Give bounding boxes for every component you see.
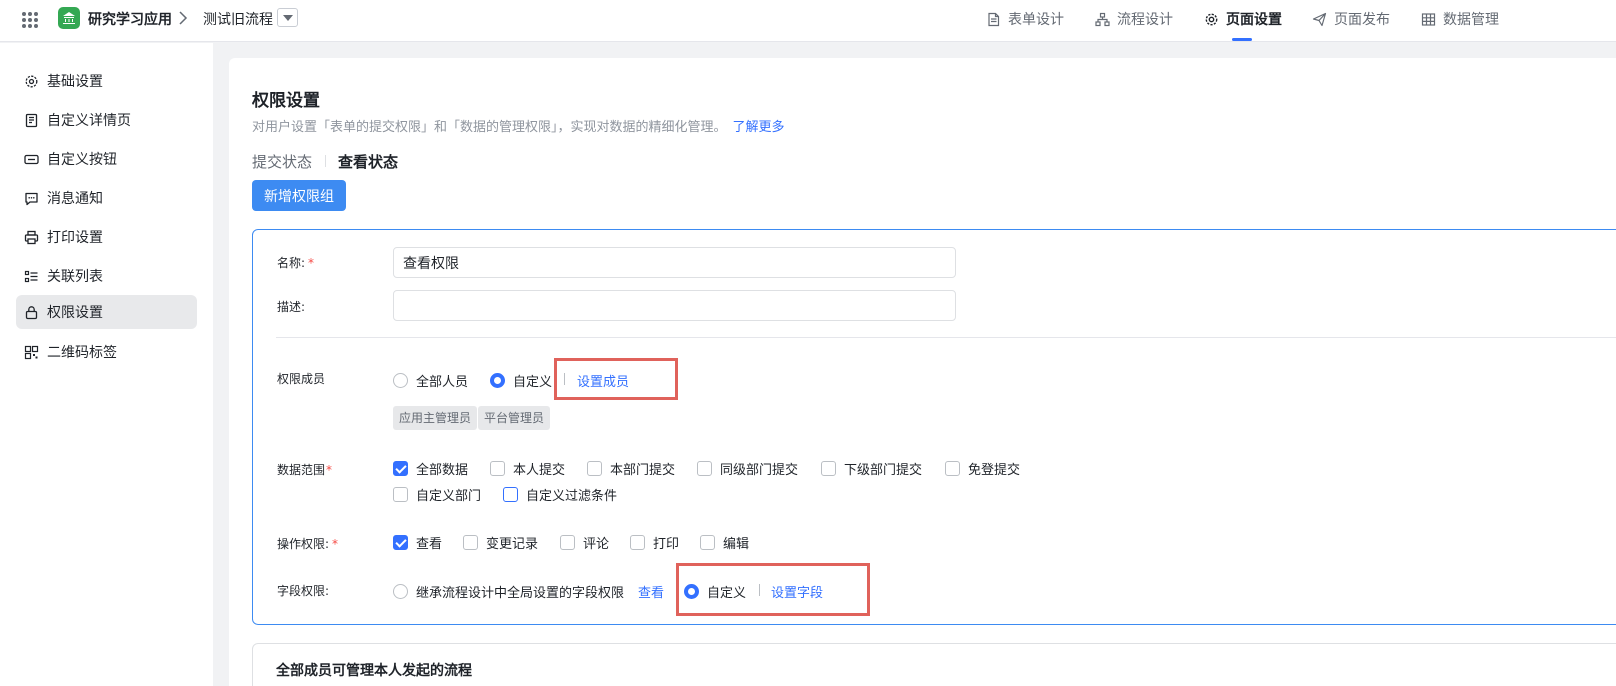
checkbox-box: [393, 461, 408, 476]
nav-page-settings[interactable]: 页面设置: [1204, 9, 1282, 29]
checkbox-box: [630, 535, 645, 550]
checkbox-box: [393, 535, 408, 550]
op-view-checkbox[interactable]: 查看: [393, 533, 442, 552]
button-icon: [24, 154, 39, 164]
op-edit-checkbox[interactable]: 编辑: [700, 533, 749, 552]
member-tag: 平台管理员: [478, 406, 551, 430]
gear-icon: [25, 75, 38, 87]
active-nav-indicator: [1232, 38, 1252, 41]
lock-icon: [25, 305, 38, 319]
radio-circle: [393, 584, 408, 599]
tab-divider: [325, 155, 326, 167]
name-input[interactable]: [393, 247, 956, 278]
members-all-radio[interactable]: 全部人员: [393, 371, 468, 390]
scope-self-submit-checkbox[interactable]: 本人提交: [490, 459, 565, 478]
op-print-checkbox[interactable]: 打印: [630, 533, 679, 552]
highlight-box: [554, 358, 678, 400]
flow-dropdown-button[interactable]: [277, 8, 298, 27]
nav-flow-design[interactable]: 流程设计: [1095, 9, 1173, 29]
page-subtitle: 对用户设置「表单的提交权限」和「数据的管理权限」，实现对数据的精细化管理。 了解更…: [252, 120, 785, 135]
checkbox-box: [700, 535, 715, 550]
flow-icon: [1095, 12, 1110, 26]
scope-peer-dept-checkbox[interactable]: 同级部门提交: [697, 459, 798, 478]
sidebar: 基础设置 自定义详情页 自定义按钮 消息通知 打印设置 关联列表 权限设置 二维…: [0, 43, 213, 686]
checkbox-box: [587, 461, 602, 476]
tab-view-status[interactable]: 查看状态: [338, 151, 398, 172]
list-icon: [24, 270, 38, 282]
description-label: 描述:: [277, 300, 306, 314]
app-name[interactable]: 研究学习应用: [88, 9, 172, 29]
page-title: 权限设置: [252, 91, 320, 111]
detail-page-icon: [25, 113, 38, 127]
table-icon: [1421, 12, 1436, 26]
members-label: 权限成员: [277, 372, 326, 386]
checkbox-box: [393, 487, 408, 502]
checkbox-box: [463, 535, 478, 550]
sidebar-item-custom-button[interactable]: 自定义按钮: [16, 142, 197, 176]
radio-circle: [393, 373, 408, 388]
sidebar-item-basic-settings[interactable]: 基础设置: [16, 64, 197, 98]
breadcrumb-chevron-icon: [178, 8, 188, 29]
scope-anonymous-checkbox[interactable]: 免登提交: [945, 459, 1020, 478]
highlight-box: [676, 563, 870, 616]
group-2-title: 全部成员可管理本人发起的流程: [276, 663, 472, 679]
send-icon: [1312, 12, 1327, 26]
printer-icon: [24, 230, 39, 244]
message-icon: [25, 192, 38, 205]
name-label: 名称: *: [277, 256, 315, 270]
sidebar-item-permission-settings[interactable]: 权限设置: [16, 295, 197, 329]
app-logo-icon: [58, 7, 80, 29]
checkbox-box: [490, 461, 505, 476]
checkbox-box: [821, 461, 836, 476]
data-scope-label: 数据范围*: [277, 463, 333, 477]
scope-dept-submit-checkbox[interactable]: 本部门提交: [587, 459, 675, 478]
checkbox-box: [503, 487, 518, 502]
member-tag: 应用主管理员: [393, 406, 478, 430]
checkbox-box: [697, 461, 712, 476]
sidebar-item-custom-detail-page[interactable]: 自定义详情页: [16, 103, 197, 137]
qrcode-icon: [24, 345, 39, 359]
nav-data-management[interactable]: 数据管理: [1421, 9, 1499, 29]
checkbox-box: [945, 461, 960, 476]
add-permission-group-button[interactable]: 新增权限组: [252, 180, 346, 211]
sidebar-item-print-settings[interactable]: 打印设置: [16, 220, 197, 254]
nav-form-design[interactable]: 表单设计: [986, 9, 1064, 29]
scope-custom-filter-checkbox[interactable]: 自定义过滤条件: [503, 485, 617, 504]
top-bar: 研究学习应用 测试旧流程 表单设计 流程设计 页面设置 页面发布 数据管理: [0, 0, 1616, 42]
document-icon: [988, 12, 1000, 26]
op-comment-checkbox[interactable]: 评论: [560, 533, 609, 552]
flow-name[interactable]: 测试旧流程: [203, 9, 273, 29]
radio-circle: [490, 373, 505, 388]
description-input[interactable]: [393, 290, 956, 321]
tab-submit-status[interactable]: 提交状态: [252, 151, 312, 172]
scope-all-data-checkbox[interactable]: 全部数据: [393, 459, 468, 478]
fields-inherit-radio[interactable]: 继承流程设计中全局设置的字段权限: [393, 582, 624, 601]
scope-sub-dept-checkbox[interactable]: 下级部门提交: [821, 459, 922, 478]
app-grid-icon[interactable]: [22, 12, 38, 28]
nav-page-publish[interactable]: 页面发布: [1312, 9, 1390, 29]
sidebar-item-related-list[interactable]: 关联列表: [16, 259, 197, 293]
scope-custom-dept-checkbox[interactable]: 自定义部门: [393, 485, 481, 504]
sidebar-item-qrcode-label[interactable]: 二维码标签: [16, 335, 197, 369]
checkbox-box: [560, 535, 575, 550]
section-divider: [276, 337, 1616, 338]
gear-icon: [1205, 13, 1218, 25]
operations-label: 操作权限: *: [277, 537, 339, 551]
sidebar-item-message-notification[interactable]: 消息通知: [16, 181, 197, 215]
op-change-log-checkbox[interactable]: 变更记录: [463, 533, 538, 552]
fields-view-link[interactable]: 查看: [638, 582, 664, 601]
learn-more-link[interactable]: 了解更多: [733, 120, 785, 135]
fields-label: 字段权限:: [277, 584, 330, 598]
members-custom-radio[interactable]: 自定义: [490, 371, 552, 390]
